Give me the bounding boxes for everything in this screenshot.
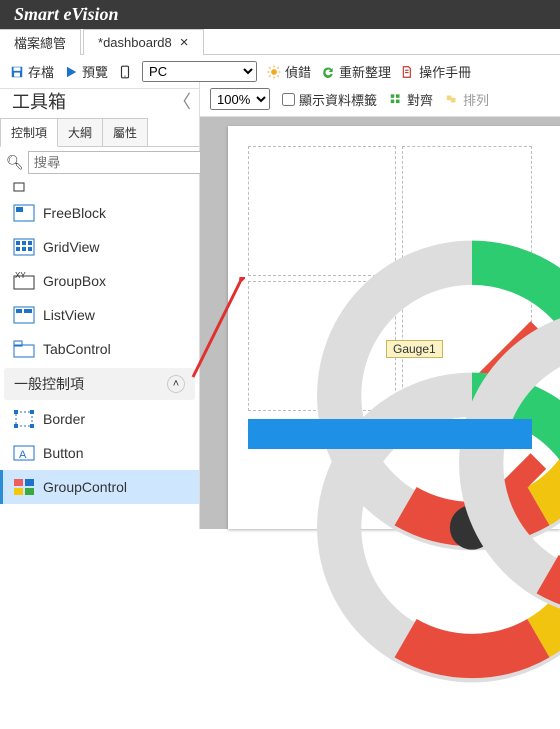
canvas-page[interactable]: Gauge1	[228, 126, 560, 529]
debug-button[interactable]: 偵錯	[267, 62, 311, 81]
item-label: TabControl	[43, 341, 111, 357]
item-label: FreeBlock	[43, 205, 106, 221]
mobile-icon	[118, 65, 132, 79]
section-label: 一般控制項	[14, 374, 84, 394]
save-label: 存檔	[28, 62, 54, 81]
toolbox-tabs: 控制項 大綱 屬性	[0, 118, 199, 147]
toolbox-item-prev[interactable]	[0, 178, 199, 196]
item-label: Button	[43, 445, 83, 461]
align-icon	[389, 92, 403, 106]
chevron-up-icon: ˄	[167, 375, 185, 393]
section-general-controls[interactable]: 一般控制項 ˄	[4, 368, 195, 400]
design-area: 100% 顯示資料標籤 對齊 排列 Gauge1	[200, 82, 560, 529]
item-label: GroupControl	[43, 479, 127, 495]
gridview-icon	[13, 238, 35, 256]
manual-label: 操作手冊	[419, 62, 471, 81]
play-icon	[64, 65, 78, 79]
arrange-icon	[445, 92, 459, 106]
toolbox-item-border[interactable]: Border	[0, 402, 199, 436]
toolbox-title: 工具箱	[12, 88, 66, 114]
design-toolbar: 100% 顯示資料標籤 對齊 排列	[200, 82, 560, 117]
svg-text:XY: XY	[15, 272, 26, 280]
refresh-label: 重新整理	[339, 62, 391, 81]
debug-label: 偵錯	[285, 62, 311, 81]
groupbox-icon: XY	[13, 272, 35, 290]
search-icon: 🔍︎	[6, 154, 24, 171]
toolbox-item-freeblock[interactable]: FreeBlock	[0, 196, 199, 230]
zoom-select[interactable]: 100%	[210, 88, 270, 110]
item-label: GroupBox	[43, 273, 106, 289]
gauge-icon[interactable]	[448, 262, 560, 665]
listview-icon	[13, 306, 35, 324]
tab-file-explorer[interactable]: 檔案總管	[0, 29, 81, 55]
border-icon	[13, 410, 35, 428]
tab-outline[interactable]: 大綱	[57, 118, 103, 147]
freeblock-icon	[13, 204, 35, 222]
groupcontrol-icon	[13, 478, 35, 496]
align-label: 對齊	[407, 90, 433, 109]
arrange-label: 排列	[463, 90, 489, 109]
toolbox-item-groupbox[interactable]: XY GroupBox	[0, 264, 199, 298]
save-button[interactable]: 存檔	[10, 62, 54, 81]
toolbox-item-tabcontrol[interactable]: TabControl	[0, 332, 199, 366]
refresh-button[interactable]: 重新整理	[321, 62, 391, 81]
toolbox-item-listview[interactable]: ListView	[0, 298, 199, 332]
item-label: ListView	[43, 307, 95, 323]
button-icon: A	[13, 444, 35, 462]
tab-controls[interactable]: 控制項	[0, 118, 58, 147]
toolbox-item-groupcontrol[interactable]: GroupControl	[0, 470, 199, 504]
close-icon[interactable]: ×	[180, 35, 189, 50]
svg-text:A: A	[19, 449, 27, 461]
app-title: Smart eVision	[0, 0, 560, 29]
groupcontrol-placeholder[interactable]	[248, 419, 532, 449]
toolbox-item-gridview[interactable]: GridView	[0, 230, 199, 264]
checkbox-label: 顯示資料標籤	[299, 90, 377, 109]
sun-icon	[267, 65, 281, 79]
manual-button[interactable]: 操作手冊	[401, 62, 471, 81]
tab-file-label: 檔案總管	[14, 33, 66, 52]
refresh-icon	[321, 65, 335, 79]
tab-dashboard[interactable]: *dashboard8 ×	[83, 29, 204, 55]
document-tabs: 檔案總管 *dashboard8 ×	[0, 29, 560, 55]
preview-label: 預覽	[82, 62, 108, 81]
align-button[interactable]: 對齊	[389, 90, 433, 109]
generic-icon	[13, 178, 35, 196]
toolbox-item-button[interactable]: A Button	[0, 436, 199, 470]
tooltip-gauge-name: Gauge1	[386, 340, 443, 358]
item-label: GridView	[43, 239, 100, 255]
chevron-left-icon[interactable]: 〈	[173, 88, 191, 114]
arrange-button[interactable]: 排列	[445, 90, 489, 109]
show-labels-checkbox[interactable]: 顯示資料標籤	[282, 90, 377, 109]
save-icon	[10, 65, 24, 79]
checkbox-input[interactable]	[282, 93, 295, 106]
device-select[interactable]: PC	[142, 61, 257, 82]
tab-dashboard-label: *dashboard8	[98, 35, 172, 50]
search-input[interactable]	[28, 151, 217, 174]
book-icon	[401, 65, 415, 79]
toolbox-panel: 工具箱 〈 控制項 大綱 屬性 🔍︎ FreeBlock GridView	[0, 82, 200, 529]
device-mobile-button[interactable]	[118, 65, 132, 79]
tabcontrol-icon	[13, 340, 35, 358]
tab-properties[interactable]: 屬性	[102, 118, 148, 147]
preview-button[interactable]: 預覽	[64, 62, 108, 81]
item-label: Border	[43, 411, 85, 427]
